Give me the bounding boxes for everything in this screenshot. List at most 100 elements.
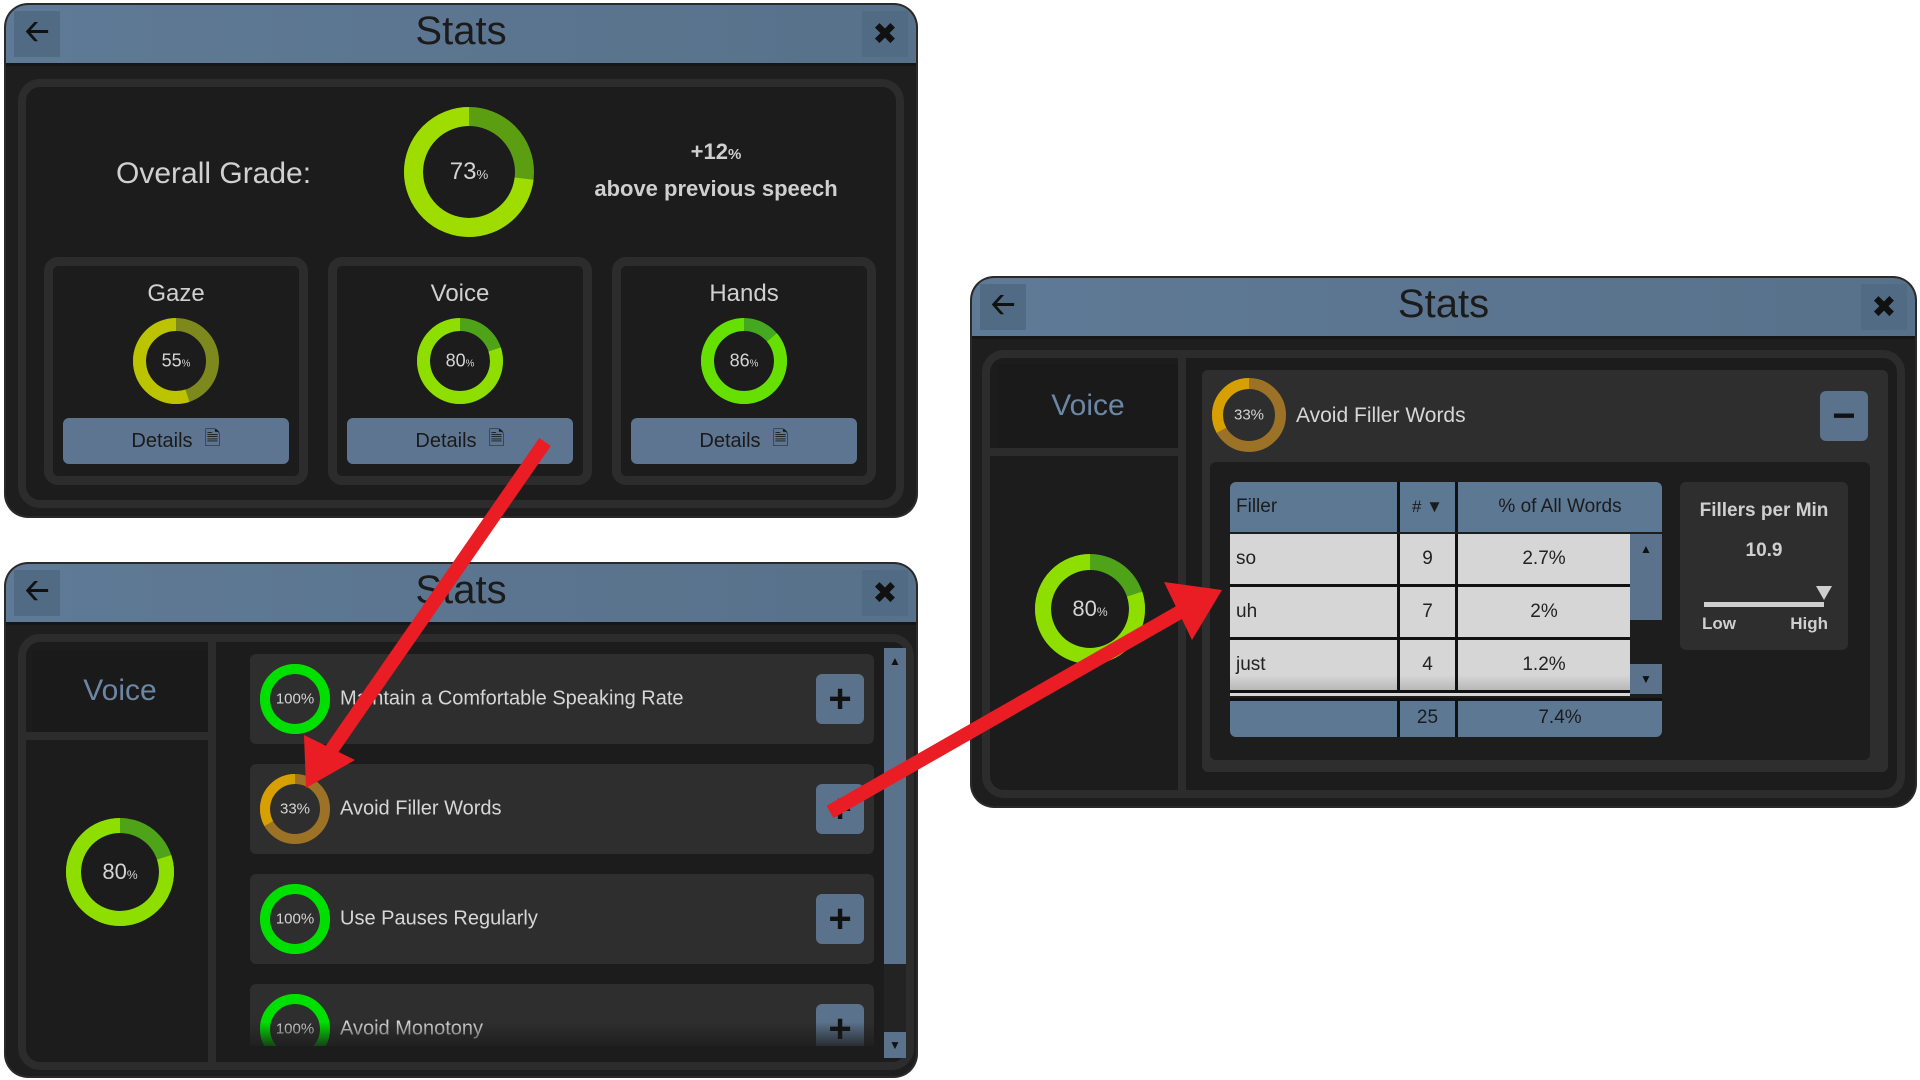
- cell-filler: uh: [1230, 587, 1400, 637]
- rate-high-label: High: [1790, 614, 1828, 633]
- table-row[interactable]: uh 7 2%: [1230, 587, 1630, 640]
- scroll-down-button[interactable]: ▼: [884, 1032, 906, 1058]
- title-bar: 🡠 Stats ✖: [972, 278, 1915, 339]
- expand-button[interactable]: +: [816, 784, 864, 834]
- details-button[interactable]: Details 🗎: [347, 418, 573, 464]
- section-hdivider: [990, 448, 1178, 456]
- grade-change-value: +12: [690, 139, 728, 164]
- cell-percent: 2%: [1530, 601, 1558, 622]
- title-bar: 🡠 Stats ✖: [6, 5, 916, 66]
- category-ring: 55%: [133, 318, 219, 404]
- overall-grade-ring: 73%: [404, 107, 534, 237]
- voice-list-body: Voice 80% 100% Maintain a Comfortable Sp…: [18, 634, 914, 1070]
- close-button[interactable]: ✖: [1861, 284, 1907, 330]
- collapse-button[interactable]: −: [1820, 391, 1868, 441]
- document-search-icon: 🗎: [204, 428, 221, 450]
- goal-label: Maintain a Comfortable Speaking Rate: [340, 687, 684, 710]
- cell-percent: 2.7%: [1522, 548, 1566, 569]
- goal-item: 100% Use Pauses Regularly +: [250, 874, 874, 964]
- section-title: Voice: [1051, 389, 1125, 422]
- stats-overview-window: 🡠 Stats ✖ Overall Grade: 73% +12% above …: [6, 5, 916, 516]
- grade-change: +12% above previous speech: [566, 135, 866, 206]
- expanded-goal-card: 33% Avoid Filler Words − Filler # ▼ % of…: [1202, 370, 1888, 772]
- table-row[interactable]: just 4 1.2%: [1230, 640, 1630, 693]
- goal-ring: 33%: [1212, 378, 1286, 452]
- details-button[interactable]: Details 🗎: [631, 418, 857, 464]
- table-footer: 25 7.4%: [1230, 698, 1662, 737]
- total-percent: 7.4%: [1538, 707, 1582, 728]
- triangle-up-icon: ▲: [1640, 542, 1652, 556]
- details-button[interactable]: Details 🗎: [63, 418, 289, 464]
- fillers-per-min-card: Fillers per Min 10.9 Low High: [1680, 482, 1848, 650]
- triangle-down-icon: ▼: [1640, 672, 1652, 686]
- close-button[interactable]: ✖: [862, 11, 908, 57]
- window-title: Stats: [415, 568, 507, 612]
- close-x-icon: ✖: [872, 17, 898, 51]
- table-row[interactable]: so 9 2.7%: [1230, 534, 1630, 587]
- filler-detail-body: Voice 80% 33% Avoid Filler Words − Fille…: [982, 350, 1905, 798]
- goal-ring: 100%: [260, 884, 330, 954]
- window-title: Stats: [1397, 282, 1490, 326]
- overall-grade-label: Overall Grade:: [116, 157, 312, 190]
- expand-button[interactable]: +: [816, 894, 864, 944]
- goal-item: 33% Avoid Filler Words +: [250, 764, 874, 854]
- goal-ring: 33%: [260, 774, 330, 844]
- scrollbar-thumb[interactable]: [884, 674, 906, 964]
- column-header-count[interactable]: # ▼: [1400, 482, 1458, 532]
- goal-list: 100% Maintain a Comfortable Speaking Rat…: [26, 642, 906, 1046]
- goal-detail-area: Filler # ▼ % of All Words so 9 2.7% uh 7: [1210, 462, 1870, 760]
- category-name: Voice: [430, 280, 490, 307]
- goal-item: 100% Maintain a Comfortable Speaking Rat…: [250, 654, 874, 744]
- stats-voice-list-window: 🡠 Stats ✖ Voice 80% 100% Maintain a Comf…: [6, 564, 916, 1076]
- overview-body: Overall Grade: 73% +12% above previous s…: [18, 79, 904, 508]
- title-bar: 🡠 Stats ✖: [6, 564, 916, 625]
- goal-label: Avoid Filler Words: [340, 797, 502, 820]
- expand-button[interactable]: +: [816, 674, 864, 724]
- category-card-hands: Hands 86% Details 🗎: [612, 257, 876, 485]
- category-name: Hands: [709, 280, 779, 307]
- document-search-icon: 🗎: [488, 428, 505, 450]
- cell-filler: so: [1230, 534, 1400, 584]
- rate-gauge-marker: [1816, 586, 1832, 600]
- scroll-down-button[interactable]: ▼: [1630, 664, 1662, 694]
- document-search-icon: 🗎: [772, 428, 789, 450]
- table-body: so 9 2.7% uh 7 2% just 4 1.2%: [1230, 534, 1630, 696]
- filler-table: Filler # ▼ % of All Words so 9 2.7% uh 7: [1230, 482, 1662, 737]
- minus-icon: −: [1832, 393, 1856, 438]
- section-header: Voice: [998, 364, 1178, 448]
- rate-low-label: Low: [1702, 614, 1736, 633]
- stats-filler-detail-window: 🡠 Stats ✖ Voice 80% 33% Avoid Filler Wor…: [972, 278, 1915, 806]
- category-ring: 86%: [701, 318, 787, 404]
- rate-value: 10.9: [1745, 540, 1783, 561]
- cell-percent: 1.2%: [1522, 654, 1566, 675]
- list-scrollbar-track[interactable]: ▲ ▼: [884, 648, 906, 1058]
- overall-grade-value: 73: [449, 158, 477, 185]
- table-scrollbar[interactable]: ▲ ▼: [1630, 534, 1662, 694]
- column-header-filler[interactable]: Filler: [1230, 482, 1400, 532]
- cell-count: 7: [1400, 587, 1458, 637]
- scroll-up-button[interactable]: ▲: [884, 648, 906, 674]
- cell-count: 9: [1400, 534, 1458, 584]
- goal-label: Use Pauses Regularly: [340, 907, 538, 930]
- goal-label: Avoid Filler Words: [1296, 404, 1466, 427]
- plus-icon: +: [828, 786, 852, 831]
- voice-score-ring: 80%: [1035, 554, 1145, 664]
- scroll-up-button[interactable]: ▲: [1630, 534, 1662, 620]
- total-count: 25: [1400, 701, 1458, 737]
- category-card-gaze: Gaze 55% Details 🗎: [44, 257, 308, 485]
- section-divider: [1178, 358, 1186, 790]
- category-card-voice: Voice 80% Details 🗎: [328, 257, 592, 485]
- rate-gauge-track: [1704, 602, 1824, 607]
- window-title: Stats: [415, 9, 507, 53]
- total-filler: [1230, 701, 1400, 737]
- plus-icon: +: [828, 676, 852, 721]
- category-ring: 80%: [417, 318, 503, 404]
- triangle-down-icon: ▼: [889, 1038, 901, 1052]
- column-header-percent[interactable]: % of All Words: [1458, 482, 1662, 532]
- table-header: Filler # ▼ % of All Words: [1230, 482, 1662, 532]
- category-name: Gaze: [147, 280, 205, 307]
- cell-count: 4: [1400, 640, 1458, 690]
- close-x-icon: ✖: [872, 576, 898, 610]
- goal-ring: 100%: [260, 664, 330, 734]
- close-button[interactable]: ✖: [862, 570, 908, 616]
